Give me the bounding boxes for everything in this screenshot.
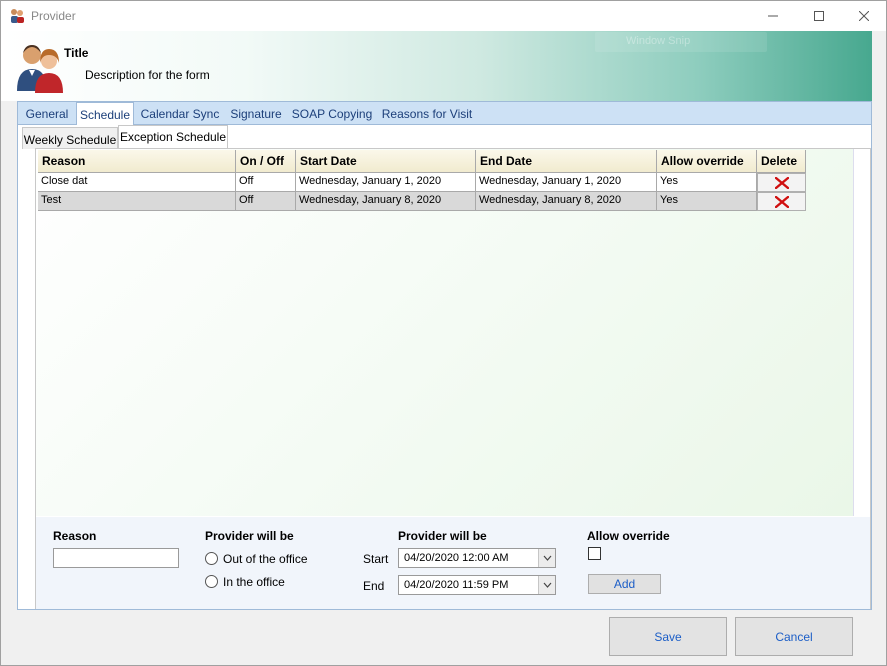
table-row[interactable]: Test Off Wednesday, January 8, 2020 Wedn… — [38, 192, 806, 211]
save-button[interactable]: Save — [609, 617, 727, 656]
title-bar: Provider — [1, 1, 886, 31]
col-delete[interactable]: Delete — [757, 150, 806, 173]
window-title: Provider — [31, 9, 76, 23]
tab-strip: General Schedule Calendar Sync Signature… — [18, 102, 871, 126]
out-of-office-radio[interactable] — [205, 552, 218, 565]
reason-input[interactable] — [53, 548, 179, 568]
tab-weekly-schedule[interactable]: Weekly Schedule — [22, 127, 118, 149]
maximize-button[interactable] — [796, 1, 842, 31]
delete-x-icon — [774, 176, 789, 189]
start-dropdown-button[interactable] — [538, 549, 555, 567]
provider-window: Provider Title Description for the form … — [0, 0, 887, 666]
tab-reasons-for-visit[interactable]: Reasons for Visit — [378, 104, 476, 124]
ghost-overlay: Window Snip — [595, 32, 767, 52]
cell-end-date[interactable]: Wednesday, January 1, 2020 — [476, 173, 657, 192]
cell-end-date[interactable]: Wednesday, January 8, 2020 — [476, 192, 657, 211]
exception-entry-form: Reason Provider will be Out of the offic… — [36, 517, 870, 609]
table-row[interactable]: Close dat Off Wednesday, January 1, 2020… — [38, 173, 806, 192]
tab-exception-schedule[interactable]: Exception Schedule — [118, 125, 228, 149]
main-tab-control: General Schedule Calendar Sync Signature… — [17, 101, 872, 610]
col-allow-override[interactable]: Allow override — [657, 150, 757, 173]
cell-reason[interactable]: Test — [38, 192, 236, 211]
in-office-radio[interactable] — [205, 575, 218, 588]
form-title: Title — [64, 46, 89, 60]
tab-schedule[interactable]: Schedule — [76, 102, 134, 126]
end-datetime-value: 04/20/2020 11:59 PM — [404, 579, 509, 591]
form-header-banner: Title Description for the form Window Sn… — [1, 31, 872, 101]
minimize-icon — [768, 15, 778, 17]
cell-on-off[interactable]: Off — [236, 173, 296, 192]
form-description: Description for the form — [85, 68, 210, 82]
add-button[interactable]: Add — [588, 574, 661, 594]
provider-will-be-label: Provider will be — [205, 529, 294, 543]
provider-will-be-label-2: Provider will be — [398, 529, 487, 543]
allow-override-checkbox[interactable] — [588, 547, 601, 560]
col-reason[interactable]: Reason — [38, 150, 236, 173]
delete-x-icon — [774, 195, 789, 208]
tab-general[interactable]: General — [20, 104, 74, 124]
cell-start-date[interactable]: Wednesday, January 1, 2020 — [296, 173, 476, 192]
tab-calendar-sync[interactable]: Calendar Sync — [138, 104, 222, 124]
chevron-down-icon — [543, 555, 551, 561]
close-icon — [859, 11, 869, 21]
out-of-office-label[interactable]: Out of the office — [223, 552, 308, 566]
tab-signature[interactable]: Signature — [226, 104, 286, 124]
cell-start-date[interactable]: Wednesday, January 8, 2020 — [296, 192, 476, 211]
ghost-overlay-text: Window Snip — [626, 35, 691, 47]
cell-allow-override[interactable]: Yes — [657, 173, 757, 192]
exception-schedule-panel: Reason On / Off Start Date End Date Allo… — [35, 148, 871, 609]
exception-grid[interactable]: Reason On / Off Start Date End Date Allo… — [36, 149, 854, 516]
cell-allow-override[interactable]: Yes — [657, 192, 757, 211]
cell-reason[interactable]: Close dat — [38, 173, 236, 192]
delete-row-button[interactable] — [757, 173, 806, 192]
end-datetime-picker[interactable]: 04/20/2020 11:59 PM — [398, 575, 556, 595]
end-dropdown-button[interactable] — [538, 576, 555, 594]
maximize-icon — [814, 11, 824, 21]
close-button[interactable] — [841, 1, 887, 31]
start-datetime-picker[interactable]: 04/20/2020 12:00 AM — [398, 548, 556, 568]
allow-override-label: Allow override — [587, 529, 670, 543]
col-on-off[interactable]: On / Off — [236, 150, 296, 173]
reason-label: Reason — [53, 529, 97, 543]
cell-on-off[interactable]: Off — [236, 192, 296, 211]
col-end-date[interactable]: End Date — [476, 150, 657, 173]
provider-app-icon — [11, 9, 24, 23]
start-datetime-value: 04/20/2020 12:00 AM — [404, 552, 509, 564]
sub-tab-strip: Weekly Schedule Exception Schedule — [18, 125, 871, 149]
in-office-label[interactable]: In the office — [223, 575, 285, 589]
grid-header: Reason On / Off Start Date End Date Allo… — [38, 150, 806, 173]
chevron-down-icon — [543, 582, 551, 588]
start-label: Start — [363, 552, 389, 566]
tab-soap-copying[interactable]: SOAP Copying — [290, 104, 374, 124]
col-start-date[interactable]: Start Date — [296, 150, 476, 173]
end-label: End — [363, 579, 385, 593]
cancel-button[interactable]: Cancel — [735, 617, 853, 656]
minimize-button[interactable] — [750, 1, 796, 31]
delete-row-button[interactable] — [757, 192, 806, 211]
users-icon — [17, 45, 63, 93]
